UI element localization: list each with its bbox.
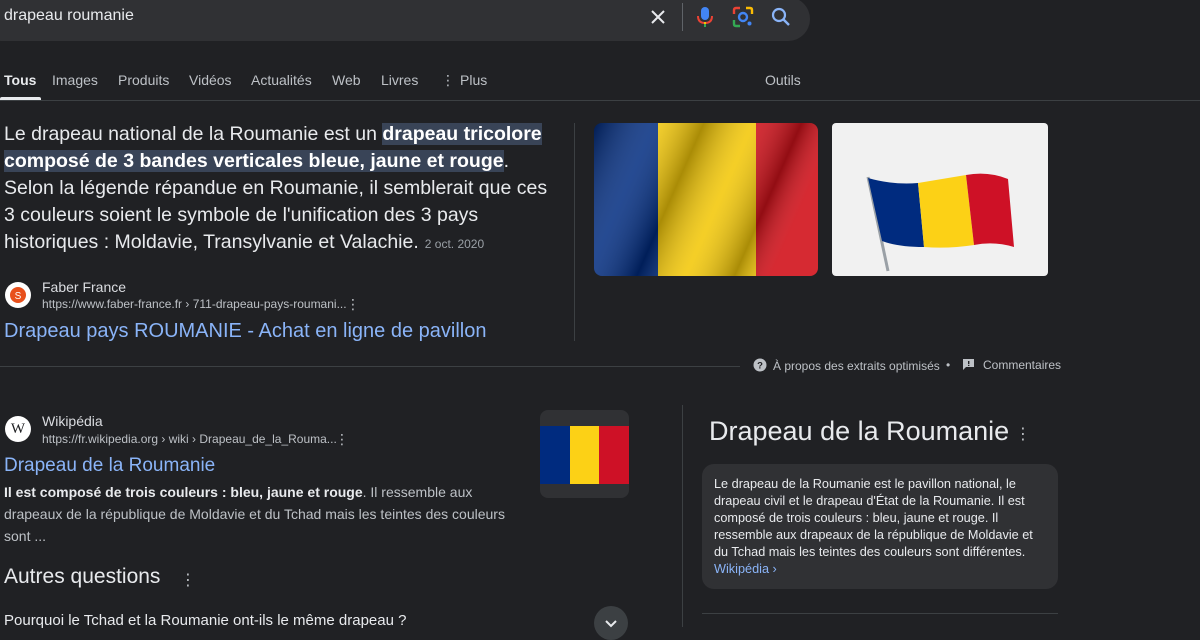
search-input[interactable]: drapeau roumanie — [4, 7, 134, 25]
faq-title: Autres questions — [4, 565, 161, 588]
tools-button[interactable]: Outils — [765, 72, 801, 88]
tab-produits[interactable]: Produits — [118, 72, 169, 88]
feedback-icon — [963, 359, 974, 370]
featured-more-icon[interactable]: ⋮ — [346, 296, 360, 313]
chevron-down-icon[interactable] — [594, 606, 628, 640]
more-vert-icon: ⋮ — [441, 72, 455, 88]
snippet-vertical-divider — [574, 123, 575, 341]
lens-icon[interactable] — [731, 5, 755, 29]
search-bar[interactable]: drapeau roumanie — [0, 0, 810, 41]
wikipedia-favicon: W — [5, 416, 31, 442]
feedback-divider — [0, 366, 740, 367]
kp-description-text: Le drapeau de la Roumanie est le pavillo… — [714, 477, 1033, 559]
feedback-separator: • — [946, 358, 951, 372]
wiki-result-title[interactable]: Drapeau de la Roumanie — [4, 455, 215, 477]
wiki-desc-bold: Il est composé de trois couleurs : bleu,… — [4, 484, 363, 500]
help-icon: ? — [753, 358, 767, 372]
search-icon[interactable] — [769, 5, 793, 29]
wiki-result-description: Il est composé de trois couleurs : bleu,… — [4, 481, 524, 547]
flag-image-waving[interactable] — [594, 123, 818, 276]
knowledge-panel-title: Drapeau de la Roumanie — [709, 416, 1010, 446]
about-snippets-label: À propos des extraits optimisés — [773, 359, 940, 373]
wiki-source-name[interactable]: Wikipédia — [42, 413, 103, 429]
clear-icon[interactable] — [646, 5, 670, 29]
faq-more-icon[interactable]: ⋮ — [180, 570, 196, 590]
flag-image-pole[interactable] — [832, 123, 1048, 276]
kp-description: Le drapeau de la Roumanie est le pavillo… — [714, 476, 1050, 578]
tab-plus[interactable]: ⋮ Plus — [441, 72, 487, 89]
knowledge-panel-description-box: Le drapeau de la Roumanie est le pavillo… — [702, 464, 1058, 589]
tab-web[interactable]: Web — [332, 72, 361, 88]
snippet-date: 2 oct. 2020 — [424, 237, 485, 251]
tab-videos[interactable]: Vidéos — [189, 72, 232, 88]
wiki-flag-thumbnail[interactable] — [540, 410, 629, 498]
wiki-source-url[interactable]: https://fr.wikipedia.org › wiki › Drapea… — [42, 432, 337, 446]
kp-more-icon[interactable]: ⋮ — [1015, 424, 1031, 444]
faber-favicon: S — [5, 282, 31, 308]
featured-link-title[interactable]: Drapeau pays ROUMANIE - Achat en ligne d… — [4, 320, 486, 343]
kp-bottom-divider — [702, 613, 1058, 614]
featured-snippet-text: Le drapeau national de la Roumanie est u… — [4, 121, 554, 258]
tab-images[interactable]: Images — [52, 72, 98, 88]
featured-source-url[interactable]: https://www.faber-france.fr › 711-drapea… — [42, 297, 347, 311]
featured-source-name[interactable]: Faber France — [42, 279, 126, 295]
tab-livres[interactable]: Livres — [381, 72, 418, 88]
svg-text:S: S — [15, 291, 22, 302]
comments-label: Commentaires — [983, 358, 1062, 372]
wiki-more-icon[interactable]: ⋮ — [335, 431, 349, 448]
about-snippets-button[interactable]: ? À propos des extraits optimisés — [753, 358, 940, 373]
microphone-icon[interactable] — [693, 5, 717, 29]
kp-vertical-divider — [682, 405, 683, 627]
header-divider — [0, 100, 1200, 101]
snippet-text-start: Le drapeau national de la Roumanie est u… — [4, 123, 383, 145]
svg-text:?: ? — [757, 361, 763, 372]
search-divider — [682, 3, 683, 31]
tab-actualites[interactable]: Actualités — [251, 72, 312, 88]
tab-tous[interactable]: Tous — [4, 72, 36, 88]
kp-wikipedia-link[interactable]: Wikipédia › — [714, 562, 777, 576]
tab-plus-label: Plus — [460, 72, 488, 88]
comments-button[interactable]: Commentaires — [962, 358, 1061, 372]
faq-question-1[interactable]: Pourquoi le Tchad et la Roumanie ont-ils… — [4, 612, 406, 629]
